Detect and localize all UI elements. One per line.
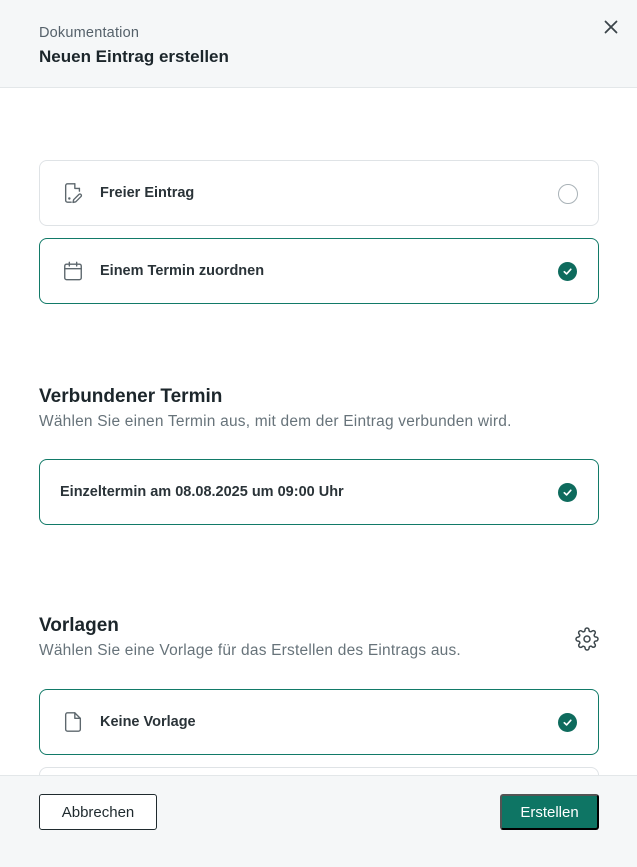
templates-section-title: Vorlagen <box>39 615 119 636</box>
file-icon <box>61 710 85 734</box>
dialog-title: Neuen Eintrag erstellen <box>39 47 229 66</box>
check-icon <box>563 268 572 275</box>
document-edit-icon <box>61 181 85 205</box>
radio-unselected[interactable] <box>558 184 578 204</box>
dialog-header: Dokumentation Neuen Eintrag erstellen <box>0 0 637 88</box>
appointment-option[interactable]: Einzeltermin am 08.08.2025 um 09:00 Uhr <box>39 459 599 525</box>
appointment-section-description: Wählen Sie einen Termin aus, mit dem der… <box>39 413 512 430</box>
dialog-footer: Abbrechen Erstellen <box>0 775 637 867</box>
dialog-subtitle: Dokumentation <box>39 25 140 41</box>
create-button[interactable]: Erstellen <box>500 794 599 830</box>
radio-checked[interactable] <box>558 713 577 732</box>
appointment-section-title: Verbundener Termin <box>39 386 223 407</box>
templates-section-description: Wählen Sie eine Vorlage für das Erstelle… <box>39 642 461 659</box>
appointment-label: Einzeltermin am 08.08.2025 um 09:00 Uhr <box>60 484 344 500</box>
template-option-none[interactable]: Keine Vorlage <box>39 689 599 755</box>
radio-checked[interactable] <box>558 262 577 281</box>
option-label: Freier Eintrag <box>100 185 195 201</box>
cancel-button[interactable]: Abbrechen <box>39 794 157 830</box>
option-label: Einem Termin zuordnen <box>100 263 265 279</box>
calendar-icon <box>61 259 85 283</box>
option-free-entry[interactable]: Freier Eintrag <box>39 160 599 226</box>
create-entry-dialog: Dokumentation Neuen Eintrag erstellen Fr… <box>0 0 637 867</box>
radio-checked[interactable] <box>558 483 577 502</box>
close-button[interactable] <box>600 16 622 38</box>
gear-icon <box>575 627 599 651</box>
check-icon <box>563 489 572 496</box>
option-assign-appointment[interactable]: Einem Termin zuordnen <box>39 238 599 304</box>
template-settings-button[interactable] <box>575 627 599 651</box>
close-icon <box>604 20 618 34</box>
option-label: Keine Vorlage <box>100 714 196 730</box>
check-icon <box>563 719 572 726</box>
